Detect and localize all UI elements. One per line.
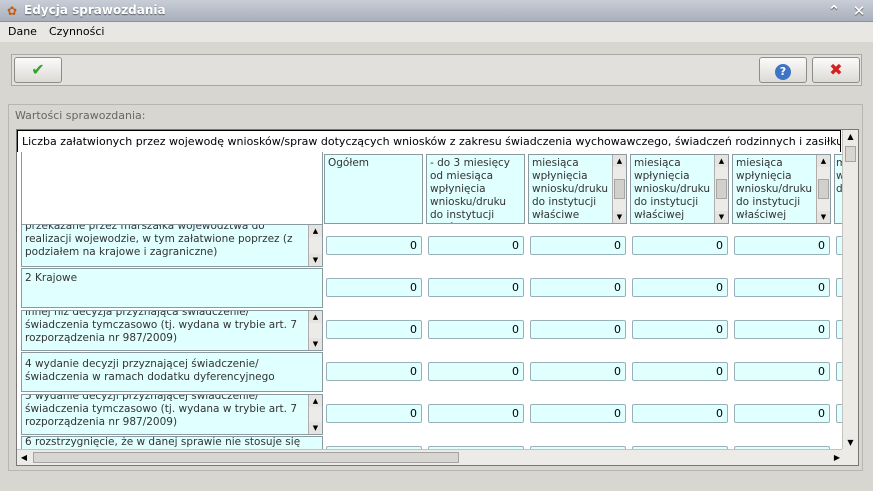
arrow-up-icon[interactable]: ▲ bbox=[309, 395, 322, 407]
help-button[interactable]: ? bbox=[759, 57, 807, 83]
column-header-text: - do 3 miesięcy od miesiąca wpłynięcia w… bbox=[430, 157, 511, 223]
row-label: przekazane przez marszałka województwa d… bbox=[25, 224, 293, 258]
scrollbar-corner bbox=[842, 449, 858, 465]
value-input[interactable]: 0 bbox=[530, 362, 626, 381]
row-label-cell: przekazane przez marszałka województwa d… bbox=[21, 224, 323, 267]
scroll-down-icon[interactable]: ▼ bbox=[843, 436, 858, 450]
value-input[interactable]: 0 bbox=[428, 404, 524, 423]
value-input[interactable]: 0 bbox=[326, 236, 422, 255]
window-title: Edycja sprawozdania bbox=[24, 3, 166, 17]
corner-cell bbox=[21, 152, 323, 225]
value-input[interactable]: 0 bbox=[632, 404, 728, 423]
value-input[interactable]: 0 bbox=[632, 236, 728, 255]
app-icon: ✿ bbox=[6, 4, 18, 18]
column-header-text: Ogółem bbox=[328, 157, 370, 169]
cell-scrollbar[interactable]: ▲ ▼ bbox=[816, 155, 830, 223]
row-label-cell: 2 Krajowe bbox=[21, 268, 323, 308]
cell-scrollbar[interactable]: ▲ ▼ bbox=[308, 311, 322, 350]
value-input[interactable]: 0 bbox=[428, 362, 524, 381]
arrow-up-icon[interactable]: ▲ bbox=[817, 155, 830, 167]
horizontal-scroll-thumb[interactable] bbox=[33, 452, 459, 463]
row-label: 2 Krajowe bbox=[25, 272, 78, 284]
menu-czynnosci[interactable]: Czynności bbox=[49, 25, 104, 38]
column-header: miesiąca wpłynięcia wniosku/druku do ins… bbox=[528, 154, 627, 224]
column-header: miesiąca wpłynięcia wniosku/druku do ins… bbox=[732, 154, 831, 224]
value-input[interactable]: 0 bbox=[632, 320, 728, 339]
scroll-thumb[interactable] bbox=[818, 179, 829, 199]
value-input[interactable]: 0 bbox=[530, 278, 626, 297]
arrow-down-icon[interactable]: ▼ bbox=[613, 211, 626, 223]
vertical-scroll-thumb[interactable] bbox=[845, 146, 856, 162]
cell-scrollbar[interactable]: ▲ ▼ bbox=[612, 155, 626, 223]
arrow-down-icon[interactable]: ▼ bbox=[715, 211, 728, 223]
cancel-button[interactable]: ✖ bbox=[812, 57, 860, 83]
vertical-scrollbar[interactable]: ▲ ▼ bbox=[842, 130, 858, 450]
row-label-cell: 4 wydanie decyzji przyznającej świadczen… bbox=[21, 352, 323, 392]
value-input[interactable]: 0 bbox=[326, 362, 422, 381]
arrow-up-icon[interactable]: ▲ bbox=[715, 155, 728, 167]
row-label: 5 wydanie decyzji przyznającej świadczen… bbox=[25, 394, 297, 428]
value-input[interactable]: 0 bbox=[428, 320, 524, 339]
value-input[interactable]: 0 bbox=[428, 278, 524, 297]
scroll-thumb[interactable] bbox=[716, 179, 727, 199]
row-label-cell: innej niż decyzja przyznająca świadczeni… bbox=[21, 310, 323, 351]
value-input[interactable]: 0 bbox=[326, 320, 422, 339]
title-bar: ✿ Edycja sprawozdania ⌃ ✕ bbox=[0, 0, 873, 22]
cell-scrollbar[interactable]: ▲ ▼ bbox=[308, 395, 322, 434]
value-input[interactable]: 0 bbox=[734, 278, 830, 297]
group-label: Wartości sprawozdania: bbox=[15, 109, 146, 122]
value-input[interactable]: 0 bbox=[326, 278, 422, 297]
cell-scrollbar[interactable]: ▲ ▼ bbox=[714, 155, 728, 223]
table-header: Liczba załatwionych przez wojewodę wnios… bbox=[17, 130, 841, 152]
row-label-cell: 5 wydanie decyzji przyznającej świadczen… bbox=[21, 394, 323, 435]
arrow-down-icon[interactable]: ▼ bbox=[309, 338, 322, 350]
row-label: innej niż decyzja przyznająca świadczeni… bbox=[25, 310, 297, 344]
scroll-thumb[interactable] bbox=[614, 179, 625, 199]
close-button[interactable]: ✕ bbox=[849, 1, 869, 21]
value-input[interactable]: 0 bbox=[326, 404, 422, 423]
arrow-down-icon[interactable]: ▼ bbox=[817, 211, 830, 223]
arrow-up-icon[interactable]: ▲ bbox=[613, 155, 626, 167]
column-header: - do 3 miesięcy od miesiąca wpłynięcia w… bbox=[426, 154, 525, 224]
confirm-button[interactable]: ✔ bbox=[14, 57, 62, 83]
arrow-up-icon[interactable]: ▲ bbox=[309, 225, 322, 237]
cancel-icon: ✖ bbox=[829, 60, 843, 79]
row-label: 4 wydanie decyzji przyznającej świadczen… bbox=[25, 358, 275, 383]
bottom-edge bbox=[0, 483, 873, 491]
cell-scrollbar[interactable]: ▲ ▼ bbox=[308, 225, 322, 266]
column-header: Ogółem bbox=[324, 154, 423, 224]
value-input[interactable]: 0 bbox=[734, 404, 830, 423]
minimize-button[interactable]: ⌃ bbox=[824, 1, 844, 21]
help-icon: ? bbox=[775, 64, 791, 80]
value-input[interactable]: 0 bbox=[734, 362, 830, 381]
checkmark-icon: ✔ bbox=[31, 60, 45, 79]
arrow-down-icon[interactable]: ▼ bbox=[309, 254, 322, 266]
menu-dane[interactable]: Dane bbox=[8, 25, 37, 38]
value-input[interactable]: 0 bbox=[530, 236, 626, 255]
value-input[interactable]: 0 bbox=[632, 278, 728, 297]
menu-bar: Dane Czynności bbox=[0, 22, 873, 42]
report-grid: Liczba załatwionych przez wojewodę wnios… bbox=[16, 129, 859, 466]
value-input[interactable]: 0 bbox=[530, 404, 626, 423]
column-header: miesiąca wpłynięcia wniosku/druku do ins… bbox=[630, 154, 729, 224]
scroll-left-icon[interactable]: ◀ bbox=[17, 450, 31, 465]
arrow-down-icon[interactable]: ▼ bbox=[309, 422, 322, 434]
scroll-up-icon[interactable]: ▲ bbox=[843, 130, 858, 144]
arrow-up-icon[interactable]: ▲ bbox=[309, 311, 322, 323]
value-input[interactable]: 0 bbox=[428, 236, 524, 255]
value-input[interactable]: 0 bbox=[632, 362, 728, 381]
value-input[interactable]: 0 bbox=[530, 320, 626, 339]
value-input[interactable]: 0 bbox=[734, 236, 830, 255]
toolbar: ✔ ? ✖ bbox=[11, 54, 862, 86]
value-input[interactable]: 0 bbox=[734, 320, 830, 339]
horizontal-scrollbar[interactable]: ◀ ▶ bbox=[17, 449, 844, 465]
